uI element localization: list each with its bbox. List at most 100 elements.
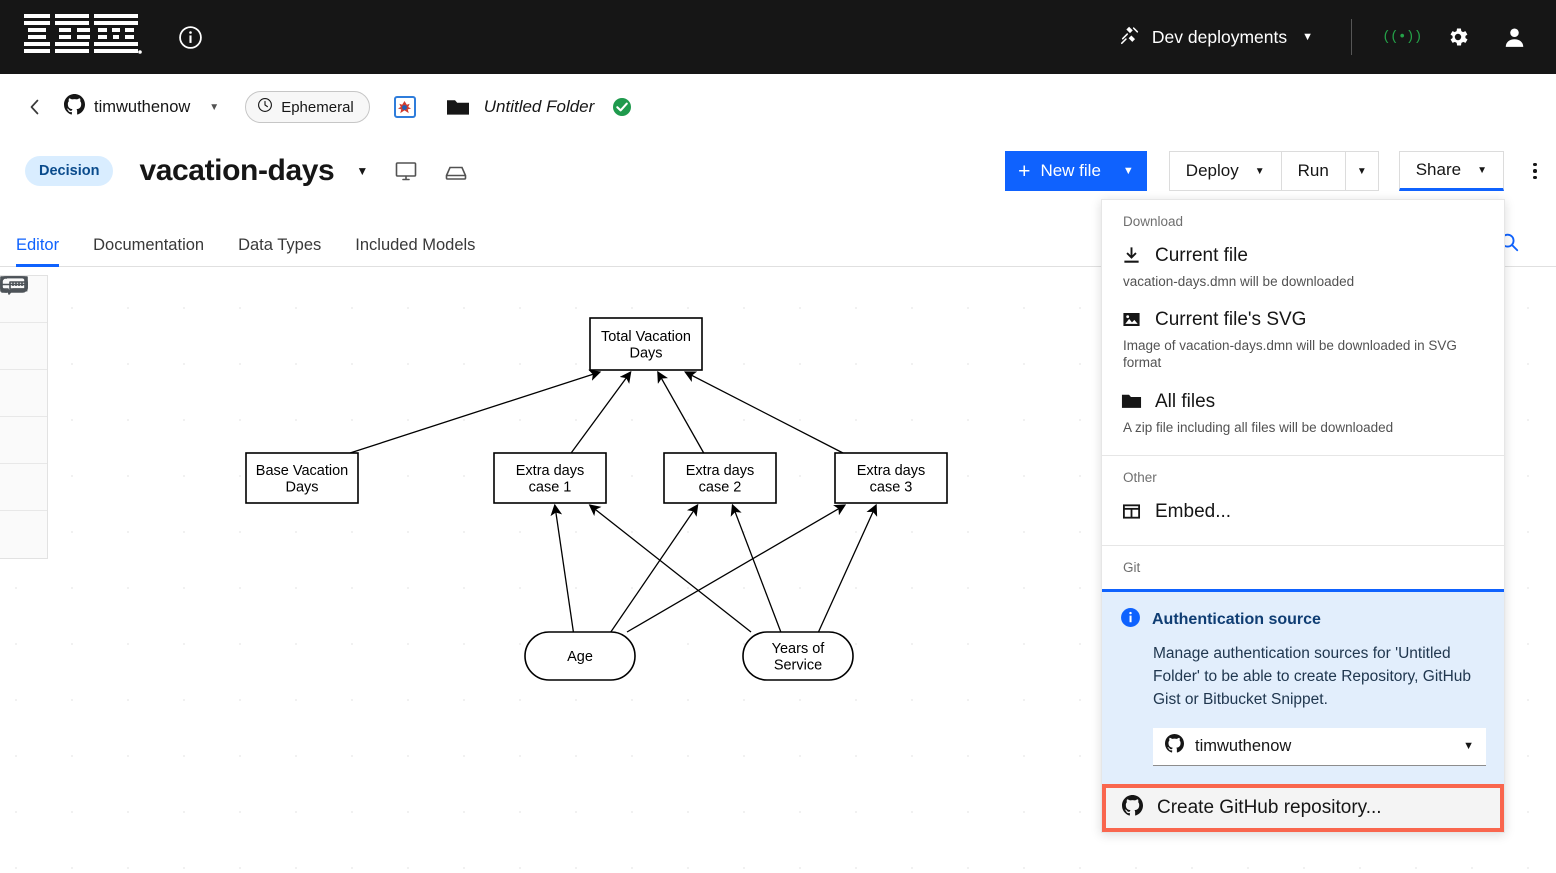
tab-data-types[interactable]: Data Types — [238, 236, 321, 266]
dmn-edge[interactable] — [684, 371, 844, 454]
editor-toolbar: Decision vacation-days ▼ + New file ▼ De… — [0, 140, 1556, 202]
kebab-dot — [1533, 162, 1537, 167]
kebab-dot — [1533, 175, 1537, 180]
chevron-down-icon: ▼ — [209, 101, 220, 113]
download-icon — [1120, 243, 1142, 265]
tab-label: Editor — [16, 236, 60, 254]
check-circle-icon — [612, 97, 632, 117]
deploy-button[interactable]: Deploy ▼ — [1168, 151, 1282, 191]
plus-icon: + — [1018, 159, 1031, 183]
tab-editor[interactable]: Editor — [16, 236, 60, 267]
ephemeral-chip[interactable]: Ephemeral — [245, 91, 370, 123]
tab-label: Data Types — [238, 236, 322, 254]
connection-status-icon[interactable]: ((•)) — [1374, 0, 1430, 74]
notification-header: Authentication source — [1120, 607, 1486, 633]
download-all-files-sub: A zip file including all files will be d… — [1123, 419, 1394, 435]
notification-body: Manage authentication sources for 'Untit… — [1153, 644, 1471, 709]
global-header: Dev deployments ▼ ((•)) — [0, 0, 1556, 74]
new-file-label: New file — [1040, 161, 1101, 180]
other-section-label: Other — [1123, 470, 1157, 486]
text-annotation-tool[interactable] — [0, 276, 47, 370]
info-icon[interactable] — [176, 23, 204, 51]
account-icon[interactable] — [1486, 0, 1542, 74]
satellite-icon — [1119, 24, 1141, 51]
folder-name[interactable]: Untitled Folder — [484, 97, 595, 117]
title-chevron-down-icon[interactable]: ▼ — [356, 164, 368, 178]
breadcrumb-account[interactable]: timwuthenow ▼ — [64, 94, 219, 120]
chevron-left-icon[interactable] — [24, 96, 46, 118]
business-knowledge-model-tool[interactable] — [0, 276, 47, 558]
dev-deployments-label: Dev deployments — [1151, 26, 1288, 47]
chevron-down-icon: ▼ — [1463, 740, 1474, 752]
folder-icon — [1120, 389, 1142, 410]
ephemeral-chip-label: Ephemeral — [281, 98, 354, 116]
download-current-file-item[interactable]: Current file — [1102, 239, 1504, 271]
ibm-logo[interactable] — [24, 12, 142, 63]
create-github-repository-label: Create GitHub repository... — [1157, 796, 1382, 818]
dmn-edge[interactable] — [817, 503, 878, 633]
decision-tool[interactable] — [0, 276, 47, 464]
dmn-file-icon[interactable] — [393, 96, 416, 118]
github-icon — [1122, 794, 1143, 821]
deploy-run-group: Deploy ▼ Run ▼ — [1168, 151, 1379, 191]
download-current-file-sub: vacation-days.dmn will be downloaded — [1123, 273, 1355, 289]
dmn-edge[interactable] — [730, 503, 782, 633]
ephemeral-clock-icon — [257, 97, 273, 117]
breadcrumb: timwuthenow ▼ Ephemeral Untitled Folder — [0, 74, 1556, 140]
monitor-icon[interactable] — [394, 159, 418, 183]
chevron-down-icon: ▼ — [1254, 165, 1265, 177]
application-window: Dev deployments ▼ ((•)) timwuthenow ▼ Ep… — [0, 0, 1556, 873]
knowledge-source-tool[interactable] — [0, 276, 47, 417]
kebab-dot — [1533, 169, 1537, 173]
create-github-repository-item[interactable]: Create GitHub repository... — [1102, 783, 1504, 832]
dev-deployments-selector[interactable]: Dev deployments ▼ — [1103, 0, 1329, 74]
auth-source-select[interactable]: timwuthenow ▼ — [1153, 727, 1486, 766]
overflow-menu-icon[interactable] — [1524, 151, 1546, 191]
save-disk-icon[interactable] — [444, 161, 468, 181]
dmn-edge[interactable] — [550, 503, 575, 633]
new-file-button[interactable]: + New file ▼ — [1005, 151, 1147, 191]
connection-status-label: ((•)) — [1382, 29, 1422, 45]
download-svg-label: Current file's SVG — [1155, 309, 1307, 331]
download-current-file-label: Current file — [1155, 245, 1248, 266]
tab-documentation[interactable]: Documentation — [93, 236, 204, 266]
embed-item[interactable]: Embed... — [1102, 495, 1504, 539]
dmn-edge[interactable] — [588, 504, 752, 633]
image-icon — [1120, 307, 1142, 329]
share-group: Share ▼ — [1398, 151, 1504, 191]
dmn-edge[interactable] — [610, 503, 699, 633]
tab-label: Documentation — [93, 236, 205, 254]
status-badge: Decision — [25, 156, 114, 186]
breadcrumb-account-label: timwuthenow — [94, 97, 191, 116]
header-actions: Dev deployments ▼ ((•)) — [1103, 0, 1556, 74]
run-label: Run — [1297, 161, 1329, 180]
download-all-files-label: All files — [1155, 390, 1216, 412]
share-label: Share — [1415, 160, 1462, 179]
download-all-files-item[interactable]: All files — [1102, 385, 1504, 417]
tab-included-models[interactable]: Included Models — [355, 236, 475, 266]
embed-icon — [1120, 499, 1142, 521]
dmn-node-label: Age — [567, 649, 593, 665]
dmn-edge[interactable] — [570, 370, 632, 454]
github-icon — [64, 94, 85, 120]
gear-icon[interactable] — [1430, 0, 1486, 74]
run-dropdown-button[interactable]: ▼ — [1345, 151, 1379, 191]
share-dropdown-menu: Download Current file vacation-days.dmn … — [1101, 199, 1505, 833]
deploy-label: Deploy — [1185, 161, 1239, 180]
authentication-source-notification: Authentication source Manage authenticat… — [1102, 588, 1504, 784]
run-button[interactable]: Run — [1281, 151, 1346, 191]
dmn-edge[interactable] — [626, 504, 847, 633]
info-filled-icon — [1120, 607, 1141, 633]
download-svg-item[interactable]: Current file's SVG — [1102, 303, 1504, 335]
dmn-node-label: Years of Service — [772, 641, 826, 674]
page-title[interactable]: vacation-days — [139, 154, 334, 188]
share-button[interactable]: Share ▼ — [1398, 151, 1504, 191]
dmn-edge[interactable] — [657, 370, 705, 454]
toolbar-actions: + New file ▼ Deploy ▼ Run ▼ Share ▼ — [1005, 151, 1556, 191]
dmn-edge[interactable] — [349, 369, 602, 454]
auth-source-value: timwuthenow — [1195, 736, 1292, 755]
shape-palette — [0, 275, 48, 559]
github-icon — [1165, 734, 1184, 758]
group-tool[interactable] — [0, 277, 47, 511]
embed-label: Embed... — [1155, 501, 1232, 523]
